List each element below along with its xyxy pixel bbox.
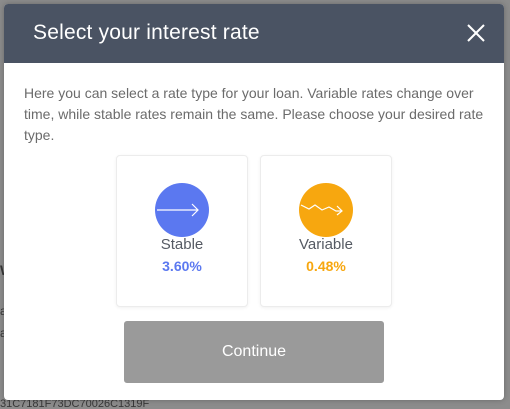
modal-description: Here you can select a rate type for your… — [24, 85, 484, 143]
rate-option-label: Stable — [160, 236, 204, 253]
straight-arrow-icon — [157, 203, 199, 217]
modal-header: Select your interest rate — [4, 4, 504, 63]
stable-rate-badge — [155, 183, 209, 237]
wavy-arrow-icon — [300, 204, 343, 216]
variable-rate-badge — [299, 183, 353, 237]
close-icon — [467, 24, 485, 42]
rate-option-label: Variable — [299, 236, 353, 253]
close-button[interactable] — [466, 23, 486, 43]
modal-title: Select your interest rate — [33, 21, 260, 44]
rate-option-variable[interactable]: Variable 0.48% — [260, 155, 392, 307]
rate-option-value: 0.48% — [306, 258, 346, 274]
continue-button[interactable]: Continue — [124, 321, 384, 383]
rate-option-value: 3.60% — [162, 258, 202, 274]
interest-rate-modal: Select your interest rate Here you can s… — [4, 4, 504, 400]
rate-option-stable[interactable]: Stable 3.60% — [116, 155, 248, 307]
